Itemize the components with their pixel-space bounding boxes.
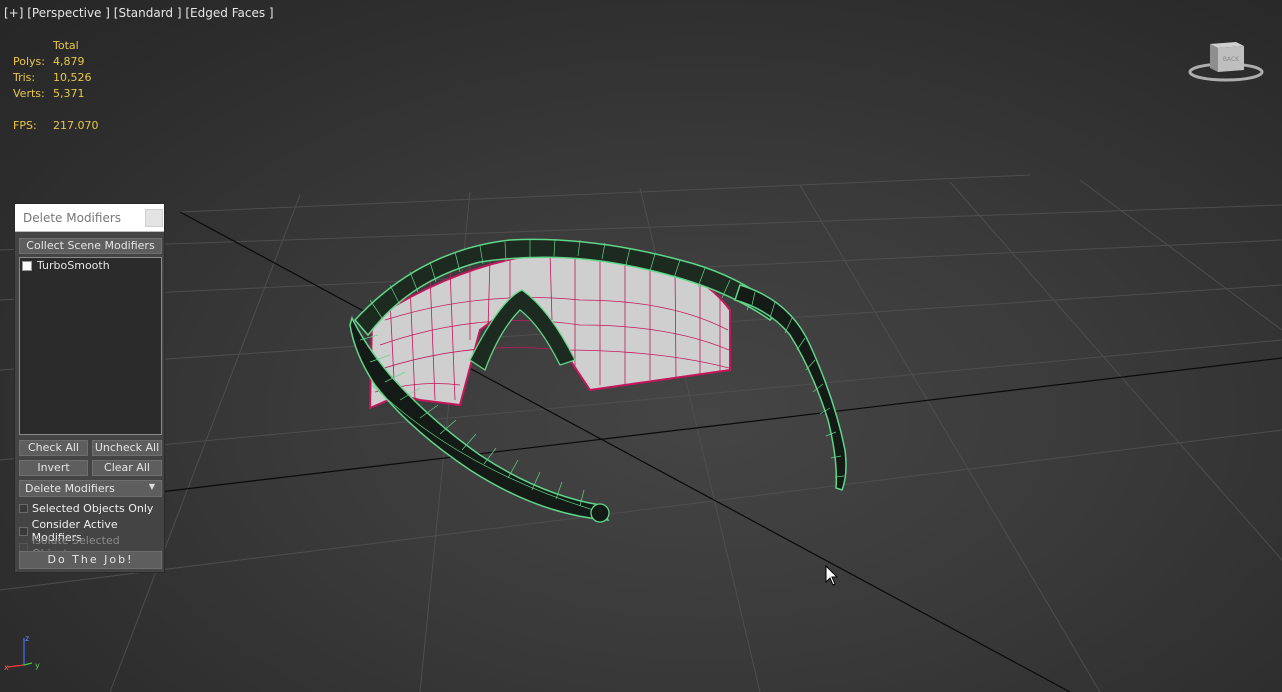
stats-label: Polys: [13,55,45,68]
viewport-label: [+] [Perspective ] [Standard ] [Edged Fa… [4,6,274,20]
stats-label: Verts: [13,87,45,100]
modifier-list[interactable]: TurboSmooth [19,257,162,435]
viewport-point-of-view[interactable]: [Perspective ] [27,6,110,20]
clear-all-button[interactable]: Clear All [92,460,162,476]
perspective-viewport[interactable] [0,0,1282,692]
viewport-shading-standard[interactable]: [Standard ] [114,6,182,20]
selected-objects-only-option[interactable]: Selected Objects Only [19,502,153,515]
dialog-titlebar[interactable]: Delete Modifiers [15,204,164,232]
stats-row-verts: Verts: 5,371 [13,86,99,102]
viewport-statistics: Total Polys: 4,879 Tris: 10,526 Verts: 5… [13,38,99,134]
list-item[interactable]: TurboSmooth [20,258,161,273]
mode-dropdown-value: Delete Modifiers [25,482,115,495]
glasses-model[interactable] [349,238,847,523]
selected-objects-only-checkbox[interactable] [19,504,28,513]
stats-row-tris: Tris: 10,526 [13,70,99,86]
stats-value: 5,371 [53,87,85,100]
right-temple-wire [751,291,845,478]
stats-value: 4,879 [53,55,85,68]
fps-label: FPS: [13,119,37,132]
do-the-job-button[interactable]: Do The Job! [19,551,162,569]
delete-modifiers-dialog: Delete Modifiers Collect Scene Modifiers… [14,203,165,573]
modifier-checkbox[interactable] [22,260,32,271]
mode-dropdown[interactable]: Delete Modifiers ▼ [19,480,162,497]
selected-objects-only-label: Selected Objects Only [32,502,154,515]
invert-button[interactable]: Invert [19,460,88,476]
viewcube-left-face [1210,44,1218,72]
chevron-down-icon: ▼ [148,482,155,491]
axis-z-label: z [25,634,29,643]
right-temple [734,284,847,491]
stats-label: Tris: [13,71,36,84]
axis-x-label: x [4,663,9,672]
axis-y-label: y [35,661,40,670]
viewport-display-mode[interactable]: [Edged Faces ] [185,6,273,20]
stats-value: 10,526 [53,71,92,84]
collect-scene-modifiers-button[interactable]: Collect Scene Modifiers [19,238,162,254]
viewcube[interactable]: BACK [1188,36,1268,86]
axis-tripod: z x y [4,634,40,672]
dialog-title: Delete Modifiers [23,210,122,225]
stats-row-polys: Polys: 4,879 [13,54,99,70]
check-all-button[interactable]: Check All [19,440,88,456]
fps-value: 217.070 [53,119,99,132]
viewcube-face-label: BACK [1223,56,1240,63]
mouse-cursor-icon [825,565,839,586]
stats-header: Total [53,39,79,52]
stats-row-fps: FPS: 217.070 [13,118,99,134]
uncheck-all-button[interactable]: Uncheck All [92,440,162,456]
close-button[interactable] [145,209,163,227]
modifier-label: TurboSmooth [37,259,110,272]
left-temple-tip [590,503,610,523]
viewport-menu-plus[interactable]: [+] [4,6,23,20]
